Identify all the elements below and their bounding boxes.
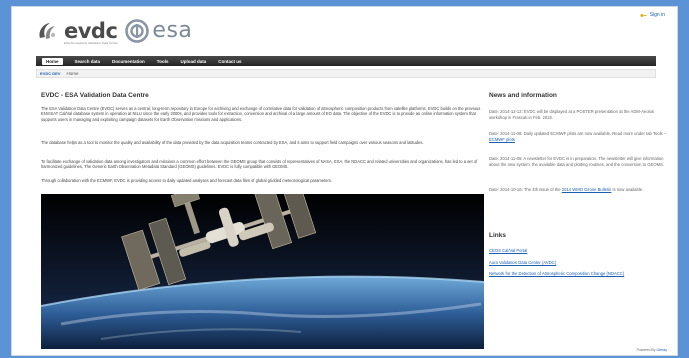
footer: Powered By Liferay [637,348,667,352]
link-avdc[interactable]: Aura Validation Data Center (AVDC) [489,260,556,265]
evdc-logo-icon [39,23,56,39]
ecmwf-paragraph: Through collaboration with the ECMWF, EV… [41,178,333,183]
news-item: Date: 2014-10-16: The 4th issue of the 2… [489,187,669,193]
ozone-bulletin-link[interactable]: 2014 WMO Ozone Bulletin [562,187,612,192]
news-text: Date: 2014-11-06: A newsletter for EVDC … [489,156,665,167]
nav-contact-us[interactable]: Contact us [218,59,241,64]
main-navbar: Home Search data Documentation Tools Upl… [36,56,656,66]
news-text: Date: 2014-12-12: EVDC will be displayed… [489,109,655,120]
news-text-after: is now available. [611,187,644,192]
news-text: Date: 2014-11-06: Daily updated ECMWF pl… [489,131,667,136]
ecmwf-plots-link[interactable]: ECMWF plots [489,137,515,142]
breadcrumb-root[interactable]: EVDC DEV [40,71,60,76]
nav-documentation[interactable]: Documentation [112,59,145,64]
news-text: Date: 2014-10-16: The 4th issue of the [489,187,562,192]
footer-prefix: Powered By [636,348,657,352]
signin-label: Sign in [649,12,665,18]
monitoring-paragraph: The database helps as a tool to monitor … [41,140,424,145]
nav-home[interactable]: Home [42,57,63,65]
link-ceos-calval[interactable]: CEOS Cal/Val Portal [489,248,527,253]
nav-search-data[interactable]: Search data [75,59,101,64]
breadcrumb: EVDC DEV Home [36,69,656,78]
signin-link[interactable]: Sign in [640,12,665,18]
news-item: Date: 2014-12-12: EVDC will be displayed… [489,109,669,121]
news-item: Date: 2014-11-06: A newsletter for EVDC … [489,156,669,168]
news-heading: News and information [489,92,557,99]
brand-subtitle: ESA Atmospheric Validation Data Centre [64,41,118,45]
brand-name: evdc [64,19,118,43]
footer-liferay-link[interactable]: Liferay [656,348,667,352]
esa-logo-icon [125,19,150,43]
page-container: evdc esa ESA Atmospheric Validation Data… [11,6,678,356]
key-icon [640,13,647,17]
geoms-paragraph: To facilitate exchange of validation dat… [41,159,478,170]
nav-tools[interactable]: Tools [157,59,169,64]
links-heading: Links [489,232,506,239]
space-station-image [41,194,484,349]
breadcrumb-current[interactable]: Home [66,71,78,76]
nav-upload-data[interactable]: Upload data [180,59,206,64]
page-title: EVDC - ESA Validation Data Centre [41,92,149,99]
site-header: evdc esa ESA Atmospheric Validation Data… [12,7,677,51]
news-item: Date: 2014-11-06: Daily updated ECMWF pl… [489,131,669,143]
intro-paragraph: The ESA Validation Data Centre (EVDC) se… [41,106,481,122]
link-ndacc[interactable]: Network for the Detection of Atmospheric… [489,271,624,276]
partner-name: esa [152,18,193,43]
